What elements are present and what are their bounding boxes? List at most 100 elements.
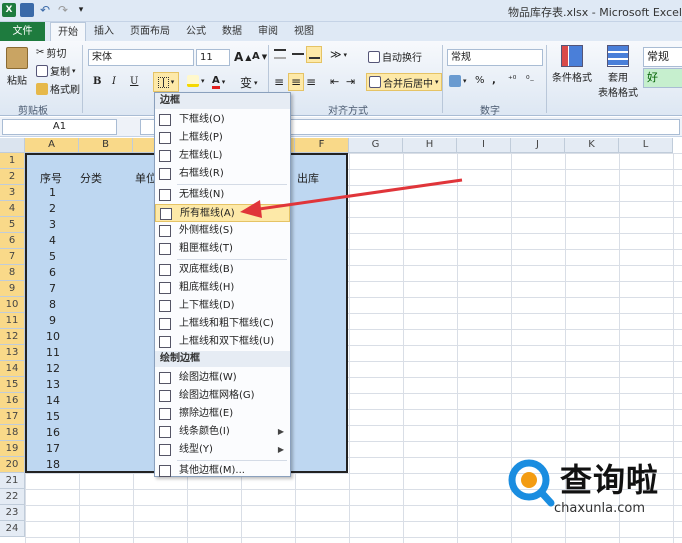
row-header[interactable]: 17: [0, 409, 25, 425]
tab-insert[interactable]: 插入: [88, 22, 120, 41]
tab-view[interactable]: 视图: [288, 22, 320, 41]
menu-item-line-style[interactable]: 线型(Y) ▶: [155, 441, 290, 459]
column-header[interactable]: F: [295, 138, 349, 153]
font-name-select[interactable]: 宋体: [88, 49, 194, 66]
phonetic-button[interactable]: 变 ▾: [240, 74, 258, 91]
column-header[interactable]: G: [349, 138, 403, 153]
align-middle-button[interactable]: [292, 49, 304, 59]
menu-item-top-thick-bottom-border[interactable]: 上框线和粗下框线(C): [155, 315, 290, 333]
align-bottom-button[interactable]: [306, 46, 322, 63]
font-size-select[interactable]: 11: [196, 49, 230, 66]
menu-item-thick-box-border[interactable]: 粗匣框线(T): [155, 240, 290, 258]
row-header[interactable]: 12: [0, 329, 25, 345]
wrap-text-button[interactable]: 自动换行: [368, 49, 422, 64]
column-header[interactable]: K: [565, 138, 619, 153]
row-header[interactable]: 6: [0, 233, 25, 249]
menu-item-top-border[interactable]: 上框线(P): [155, 129, 290, 147]
increase-indent-button[interactable]: ⇥: [346, 75, 355, 88]
menu-item-top-double-bottom-border[interactable]: 上框线和双下框线(U): [155, 333, 290, 351]
align-left-button[interactable]: ≡: [274, 75, 284, 89]
row-header[interactable]: 15: [0, 377, 25, 393]
menu-item-draw-border[interactable]: 绘图边框(W): [155, 369, 290, 387]
row-header[interactable]: 13: [0, 345, 25, 361]
save-icon[interactable]: [20, 3, 34, 17]
currency-button[interactable]: ▾: [449, 75, 467, 87]
format-as-table-button[interactable]: 套用 表格格式: [598, 45, 638, 99]
menu-item-draw-border-grid[interactable]: 绘图边框网格(G): [155, 387, 290, 405]
borders-button[interactable]: ▾: [153, 72, 179, 92]
row-header[interactable]: 20: [0, 457, 25, 473]
column-header[interactable]: B: [79, 138, 133, 153]
row-header[interactable]: 14: [0, 361, 25, 377]
row-header[interactable]: 9: [0, 281, 25, 297]
row-header[interactable]: 22: [0, 489, 25, 505]
align-center-button[interactable]: ≡: [288, 73, 304, 91]
align-top-button[interactable]: [274, 49, 286, 59]
menu-item-left-border[interactable]: 左框线(L): [155, 147, 290, 165]
number-format-select[interactable]: 常规: [447, 49, 543, 66]
increase-decimal-button[interactable]: ⁺⁰: [508, 75, 516, 85]
underline-button[interactable]: U: [130, 76, 138, 87]
shrink-font-button[interactable]: A ▼: [252, 51, 267, 62]
row-header[interactable]: 19: [0, 441, 25, 457]
paste-button[interactable]: 粘贴: [6, 47, 28, 87]
undo-icon[interactable]: ↶: [38, 3, 52, 17]
row-header[interactable]: 18: [0, 425, 25, 441]
menu-item-outside-borders[interactable]: 外侧框线(S): [155, 222, 290, 240]
grow-font-button[interactable]: A ▲: [234, 50, 251, 64]
column-header[interactable]: A: [25, 138, 79, 153]
style-good[interactable]: 好: [643, 68, 682, 88]
italic-button[interactable]: I: [112, 76, 116, 87]
format-painter-button[interactable]: 格式刷: [36, 81, 80, 96]
tab-home[interactable]: 开始: [50, 22, 86, 42]
menu-item-more-borders[interactable]: 其他边框(M)...: [155, 462, 290, 480]
merge-center-button[interactable]: 合并后居中 ▾: [366, 73, 442, 91]
tab-formulas[interactable]: 公式: [180, 22, 212, 41]
decrease-indent-button[interactable]: ⇤: [330, 75, 339, 88]
column-header[interactable]: J: [511, 138, 565, 153]
redo-icon[interactable]: ↷: [56, 3, 70, 17]
row-header[interactable]: 21: [0, 473, 25, 489]
row-header[interactable]: 4: [0, 201, 25, 217]
row-header[interactable]: 1: [0, 153, 25, 169]
comma-button[interactable]: ,: [492, 75, 496, 86]
row-header[interactable]: 16: [0, 393, 25, 409]
column-header[interactable]: I: [457, 138, 511, 153]
percent-button[interactable]: %: [475, 75, 485, 86]
chevron-down-icon: ▾: [254, 78, 258, 87]
conditional-format-button[interactable]: 条件格式: [552, 45, 592, 84]
customize-toolbar-icon[interactable]: ▾: [74, 3, 88, 17]
decrease-decimal-button[interactable]: ⁰₋: [526, 75, 534, 85]
row-header[interactable]: 2: [0, 169, 25, 185]
orientation-button[interactable]: ≫ ▾: [330, 48, 347, 61]
row-header[interactable]: 11: [0, 313, 25, 329]
row-header[interactable]: 5: [0, 217, 25, 233]
fill-color-button[interactable]: ▾: [187, 75, 205, 87]
select-all-corner[interactable]: [0, 138, 25, 153]
cut-button[interactable]: ✂ 剪切: [36, 45, 66, 60]
bold-button[interactable]: B: [93, 76, 101, 87]
column-header[interactable]: L: [619, 138, 673, 153]
menu-item-thick-bottom-border[interactable]: 粗底框线(H): [155, 279, 290, 297]
column-header[interactable]: H: [403, 138, 457, 153]
menu-item-line-color[interactable]: 线条颜色(I) ▶: [155, 423, 290, 441]
menu-item-top-bottom-border[interactable]: 上下框线(D): [155, 297, 290, 315]
row-header[interactable]: 24: [0, 521, 25, 537]
tab-data[interactable]: 数据: [216, 22, 248, 41]
font-color-button[interactable]: A ▾: [212, 75, 225, 89]
row-header[interactable]: 10: [0, 297, 25, 313]
row-header[interactable]: 7: [0, 249, 25, 265]
align-right-button[interactable]: ≡: [306, 75, 316, 89]
row-header[interactable]: 23: [0, 505, 25, 521]
row-header[interactable]: 8: [0, 265, 25, 281]
style-normal[interactable]: 常规: [643, 47, 682, 67]
tab-review[interactable]: 审阅: [252, 22, 284, 41]
row-header[interactable]: 3: [0, 185, 25, 201]
menu-item-eraser[interactable]: 擦除边框(E): [155, 405, 290, 423]
tab-file[interactable]: 文件: [0, 22, 45, 41]
menu-item-bottom-border[interactable]: 下框线(O): [155, 111, 290, 129]
menu-item-double-bottom-border[interactable]: 双底框线(B): [155, 261, 290, 279]
tab-page-layout[interactable]: 页面布局: [124, 22, 176, 41]
copy-button[interactable]: 复制 ▾: [36, 63, 76, 78]
name-box[interactable]: A1: [2, 119, 117, 135]
